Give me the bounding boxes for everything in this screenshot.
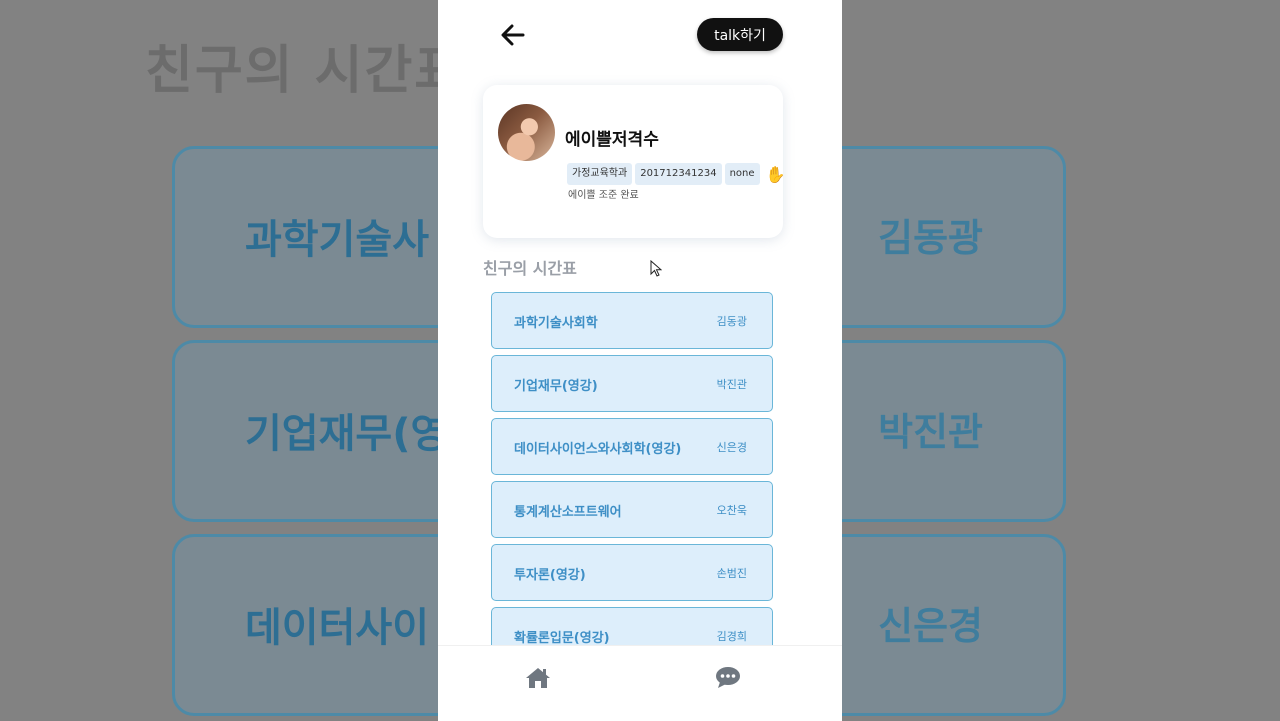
- course-card[interactable]: 데이터사이언스와사회학(영강) 신은경: [491, 418, 773, 475]
- course-name: 기업재무(영강): [514, 379, 598, 394]
- course-name: 통계계산소프트웨어: [514, 505, 622, 520]
- background-card: 과학기술사: [172, 146, 478, 328]
- course-professor: 김경희: [716, 630, 747, 643]
- bottom-navigation: [438, 645, 842, 721]
- status-tag: none: [724, 163, 760, 185]
- profile-tags: 가정교육학과 201712341234 none ✋: [567, 163, 785, 185]
- course-card[interactable]: 과학기술사회학 김동광: [491, 292, 773, 349]
- background-title: 친구의 시간표: [145, 41, 465, 101]
- course-professor: 신은경: [716, 441, 747, 454]
- background-card-left: 과학기술사: [245, 217, 429, 263]
- arrow-left-icon: [501, 24, 525, 46]
- course-name: 확률론입문(영강): [514, 631, 610, 645]
- background-card: 김동광: [820, 146, 1066, 328]
- course-card[interactable]: 통계계산소프트웨어 오찬욱: [491, 481, 773, 538]
- course-professor: 김동광: [716, 315, 747, 328]
- background-card-right: 박진관: [878, 410, 983, 454]
- chat-button[interactable]: [715, 666, 741, 694]
- course-list[interactable]: 과학기술사회학 김동광 기업재무(영강) 박진관 데이터사이언스와사회학(영강)…: [491, 292, 775, 645]
- background-card: 데이터사이: [172, 534, 478, 716]
- course-professor: 손범진: [716, 567, 747, 580]
- course-professor: 오찬욱: [716, 504, 747, 517]
- background-card: 신은경: [820, 534, 1066, 716]
- background-card-left: 데이터사이: [245, 605, 429, 651]
- course-card[interactable]: 투자론(영강) 손범진: [491, 544, 773, 601]
- profile-status-message: 에이쁠 조준 완료: [568, 190, 639, 201]
- back-button[interactable]: [498, 20, 528, 50]
- timetable-title: 친구의 시간표: [483, 259, 577, 278]
- course-name: 투자론(영강): [514, 568, 586, 583]
- background-card-right: 김동광: [878, 216, 983, 260]
- student-id-tag: 201712341234: [635, 163, 722, 185]
- course-name: 데이터사이언스와사회학(영강): [514, 442, 682, 457]
- talk-button[interactable]: talk하기: [697, 18, 783, 51]
- course-name: 과학기술사회학: [514, 316, 598, 331]
- course-card[interactable]: 확률론입문(영강) 김경희: [491, 607, 773, 645]
- course-professor: 박진관: [716, 378, 747, 391]
- home-button[interactable]: [525, 666, 551, 694]
- department-tag: 가정교육학과: [567, 163, 633, 185]
- home-icon: [526, 668, 550, 688]
- course-card[interactable]: 기업재무(영강) 박진관: [491, 355, 773, 412]
- avatar[interactable]: [498, 104, 555, 161]
- background-card-left: 기업재무(영: [245, 411, 448, 457]
- profile-name: 에이쁠저격수: [565, 130, 659, 150]
- background-card-right: 신은경: [878, 604, 983, 648]
- profile-card: 에이쁠저격수 가정교육학과 201712341234 none ✋ 에이쁠 조준…: [483, 85, 785, 238]
- chat-icon: [716, 667, 740, 688]
- hand-icon[interactable]: ✋: [766, 165, 786, 184]
- background-card: 박진관: [820, 340, 1066, 522]
- background-card: 기업재무(영: [172, 340, 478, 522]
- mouse-cursor-icon: [650, 260, 662, 277]
